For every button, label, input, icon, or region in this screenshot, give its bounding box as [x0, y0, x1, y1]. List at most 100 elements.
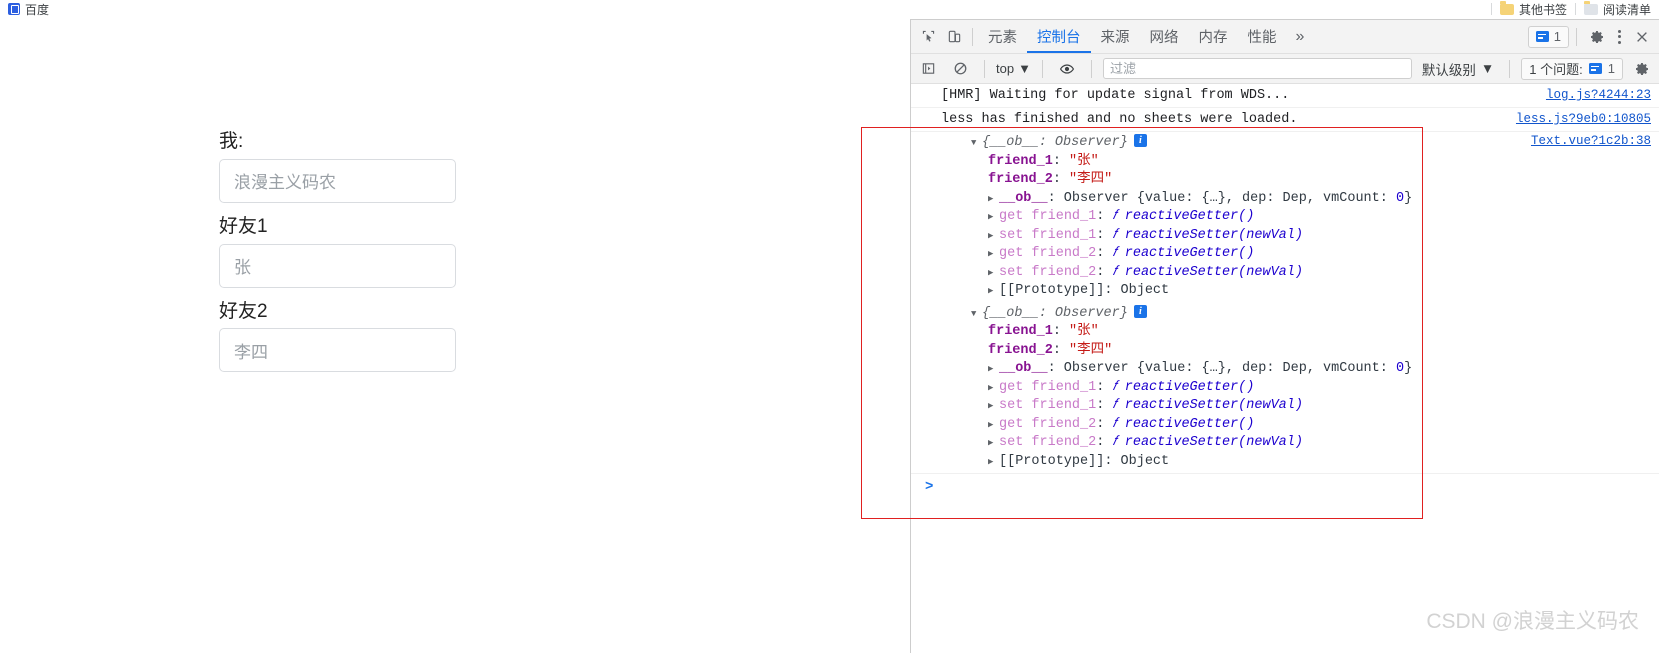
accessor-kind: get	[999, 209, 1024, 224]
observer-text: : Observer {value: {…}, dep: Dep, vmCoun…	[1047, 190, 1396, 206]
expand-triangle-icon[interactable]	[988, 397, 999, 416]
object-accessor[interactable]: get friend_1 : 𝑓 reactiveGetter()	[941, 208, 1651, 227]
property-key: friend_1	[988, 324, 1053, 339]
tab-console[interactable]: 控制台	[1027, 20, 1091, 53]
expand-triangle-icon[interactable]	[988, 453, 999, 472]
input-friend1[interactable]	[219, 243, 456, 288]
live-expression-icon[interactable]	[1054, 56, 1080, 82]
expand-triangle-icon[interactable]	[988, 190, 999, 209]
info-icon[interactable]: i	[1133, 134, 1147, 147]
divider	[1090, 59, 1092, 78]
property-value: "李四"	[1069, 342, 1113, 358]
prompt-chevron-icon: >	[925, 479, 934, 495]
filter-input[interactable]	[1102, 58, 1412, 79]
accessor-name: friend_2	[1031, 264, 1097, 280]
console-source-link[interactable]: less.js?9eb0:10805	[1504, 112, 1651, 126]
object-header-text: {__ob__: Observer}	[982, 305, 1128, 321]
object-accessor[interactable]: set friend_2 : 𝑓 reactiveSetter(newVal)	[941, 434, 1651, 453]
reading-list-icon	[1583, 0, 1598, 15]
device-toolbar-icon[interactable]	[941, 24, 967, 50]
console-message-row[interactable]: less has finished and no sheets were loa…	[911, 108, 1659, 132]
console-message-row[interactable]: [HMR] Waiting for update signal from WDS…	[911, 84, 1659, 108]
expand-triangle-icon[interactable]	[988, 282, 999, 301]
console-settings-gear-icon[interactable]	[1629, 56, 1655, 82]
issues-count: 1	[1607, 61, 1615, 76]
gear-icon[interactable]	[1584, 24, 1610, 50]
property-key: friend_2	[988, 342, 1053, 358]
tab-elements[interactable]: 元素	[978, 20, 1027, 53]
expand-triangle-icon[interactable]	[988, 264, 999, 283]
message-count-badge[interactable]: 1	[1527, 25, 1569, 48]
console-source-link[interactable]: log.js?4244:23	[1534, 88, 1651, 102]
execution-context-value: top	[996, 61, 1015, 76]
execution-context-select[interactable]: top ▼	[996, 61, 1031, 76]
expand-triangle-icon[interactable]	[988, 379, 999, 398]
issues-label: 1 个问题:	[1529, 62, 1583, 77]
message-count: 1	[1553, 29, 1561, 44]
tab-memory[interactable]: 内存	[1189, 20, 1238, 53]
bookmark-item-baidu[interactable]: 百度	[0, 0, 57, 18]
observer-key: __ob__	[999, 361, 1048, 376]
log-level-select[interactable]: 默认级别 ▼	[1418, 59, 1498, 79]
issues-badge[interactable]: 1 个问题: 1	[1521, 57, 1623, 80]
other-bookmarks-folder[interactable]: 其他书签	[1492, 0, 1575, 18]
object-accessor[interactable]: set friend_2 : 𝑓 reactiveSetter(newVal)	[941, 264, 1651, 283]
input-friend2[interactable]	[219, 328, 456, 373]
prototype-text: [[Prototype]]: Object	[999, 283, 1170, 298]
accessor-kind: set	[999, 435, 1024, 450]
accessor-name: friend_1	[1031, 209, 1097, 224]
expand-triangle-icon[interactable]	[988, 245, 999, 264]
accessor-function: reactiveSetter(newVal)	[1124, 435, 1303, 450]
issues-message-icon	[1588, 63, 1602, 74]
object-accessor[interactable]: set friend_1 : 𝑓 reactiveSetter(newVal)	[941, 397, 1651, 416]
property-value: "张"	[1069, 153, 1099, 169]
expand-triangle-icon[interactable]	[988, 227, 999, 246]
console-prompt-row[interactable]: >	[911, 473, 1659, 500]
input-me[interactable]	[219, 158, 456, 203]
object-observer-row[interactable]: __ob__ : Observer {value: {…}, dep: Dep,…	[941, 190, 1651, 209]
divider	[972, 27, 973, 46]
expand-triangle-icon[interactable]	[988, 434, 999, 453]
console-object-group: {__ob__: Observer} i friend_1 : "张" frie…	[911, 303, 1659, 474]
object-accessor[interactable]: get friend_1 : 𝑓 reactiveGetter()	[941, 379, 1651, 398]
console-source-link[interactable]: Text.vue?1c2b:38	[1531, 134, 1651, 148]
tab-performance[interactable]: 性能	[1238, 20, 1287, 53]
tab-network[interactable]: 网络	[1140, 20, 1189, 53]
observer-vmcount: 0	[1395, 190, 1405, 206]
object-accessor[interactable]: get friend_2 : 𝑓 reactiveGetter()	[941, 245, 1651, 264]
object-observer-row[interactable]: __ob__ : Observer {value: {…}, dep: Dep,…	[941, 360, 1651, 379]
other-bookmarks-label: 其他书签	[1518, 2, 1567, 17]
inspect-element-icon[interactable]	[915, 24, 941, 50]
object-header[interactable]: {__ob__: Observer} i	[941, 304, 1651, 324]
tab-sources[interactable]: 来源	[1091, 20, 1140, 53]
expand-triangle-icon[interactable]	[971, 134, 982, 153]
property-key: friend_1	[988, 153, 1053, 169]
console-toolbar: top ▼ 默认级别 ▼ 1 个问题: 1	[911, 54, 1659, 84]
devtools-tab-bar: 元素 控制台 来源 网络 内存 性能 » 1	[911, 20, 1659, 54]
accessor-function: reactiveSetter(newVal)	[1124, 264, 1303, 280]
expand-triangle-icon[interactable]	[988, 416, 999, 435]
info-icon[interactable]: i	[1133, 304, 1147, 318]
object-prototype-row[interactable]: [[Prototype]]: Object	[941, 282, 1651, 301]
more-tabs-button[interactable]: »	[1287, 28, 1314, 46]
accessor-function: reactiveGetter()	[1124, 246, 1255, 261]
close-icon[interactable]	[1629, 24, 1655, 50]
object-prototype-row[interactable]: [[Prototype]]: Object	[941, 453, 1651, 472]
divider	[1509, 59, 1511, 78]
accessor-kind: set	[999, 227, 1024, 243]
clear-console-icon[interactable]	[947, 56, 973, 82]
accessor-function: reactiveSetter(newVal)	[1124, 398, 1303, 413]
object-property: friend_2 : "李四"	[941, 342, 1651, 361]
accessor-function: reactiveGetter()	[1124, 209, 1255, 224]
object-accessor[interactable]: set friend_1 : 𝑓 reactiveSetter(newVal)	[941, 227, 1651, 246]
divider	[984, 59, 985, 78]
kebab-menu-icon[interactable]	[1612, 29, 1627, 44]
field-label-friend2: 好友2	[219, 300, 268, 322]
object-property: friend_2 : "李四"	[941, 171, 1651, 190]
expand-triangle-icon[interactable]	[988, 208, 999, 227]
expand-triangle-icon[interactable]	[971, 305, 982, 324]
console-sidebar-icon[interactable]	[915, 56, 941, 82]
reading-list-button[interactable]: 阅读清单	[1576, 0, 1659, 18]
object-accessor[interactable]: get friend_2 : 𝑓 reactiveGetter()	[941, 416, 1651, 435]
expand-triangle-icon[interactable]	[988, 360, 999, 379]
